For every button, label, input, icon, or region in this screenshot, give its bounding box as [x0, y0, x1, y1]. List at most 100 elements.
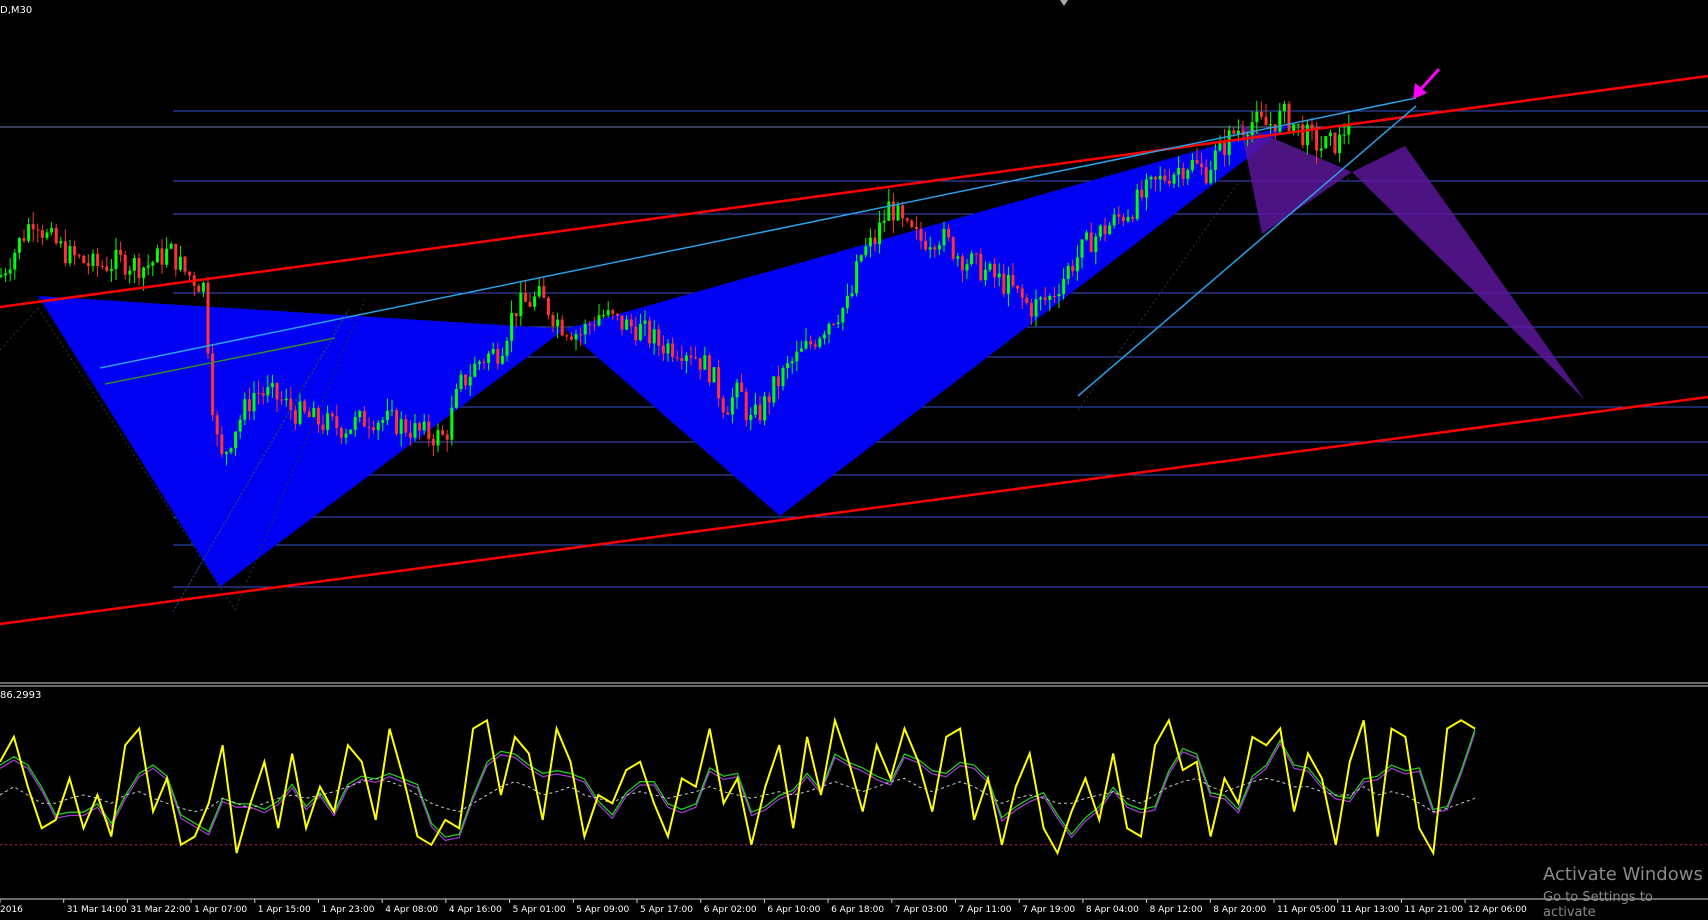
candle-bearish: [1287, 103, 1291, 131]
candle-bearish: [951, 237, 955, 259]
candle-bullish: [556, 319, 560, 327]
candle-bullish: [50, 228, 54, 233]
candle-bearish: [404, 419, 408, 433]
time-axis-label: 5 Apr 09:00: [576, 905, 629, 915]
candle-bullish: [827, 323, 831, 335]
candle-bullish: [326, 413, 330, 430]
candle-bearish: [873, 237, 877, 245]
candle-bearish: [551, 315, 555, 327]
candle-bullish: [298, 401, 302, 424]
candle-bearish: [560, 319, 564, 336]
candle-bearish: [1117, 214, 1121, 217]
candle-bullish: [59, 241, 63, 244]
candle-bullish: [349, 429, 353, 434]
candle-bearish: [445, 434, 449, 440]
candle-bullish: [887, 201, 891, 221]
candle-bearish: [1121, 216, 1125, 222]
candle-bearish: [197, 285, 201, 292]
candle-bearish: [657, 329, 661, 346]
candle-bullish: [1305, 124, 1309, 146]
time-axis-label: 12 Apr 06:00: [1468, 905, 1527, 915]
candle-bearish: [1071, 266, 1075, 272]
candle-bearish: [661, 345, 665, 354]
candle-bullish: [1282, 103, 1286, 112]
candle-bullish: [1075, 257, 1079, 272]
candle-bearish: [542, 286, 546, 298]
candle-bearish: [1273, 124, 1277, 132]
candle-bearish: [740, 382, 744, 392]
candle-bullish: [1085, 232, 1089, 240]
candle-bearish: [293, 410, 297, 424]
candle-bearish: [588, 324, 592, 326]
candle-bullish: [45, 232, 49, 238]
candle-bearish: [427, 421, 431, 439]
candle-bearish: [96, 253, 100, 266]
candle-bearish: [919, 228, 923, 241]
symbol-label: D,M30: [0, 5, 32, 16]
candle-bearish: [707, 355, 711, 383]
candle-bullish: [1227, 130, 1231, 156]
candle-bullish: [937, 245, 941, 250]
candle-bearish: [335, 416, 339, 429]
candle-bearish: [1195, 160, 1199, 164]
time-axis-label: 1 Apr 23:00: [322, 905, 375, 915]
candle-bearish: [611, 310, 615, 314]
candle-bullish: [27, 224, 31, 241]
candle-bullish: [956, 256, 960, 259]
candle-bearish: [261, 393, 265, 396]
time-axis-label: 1 Apr 15:00: [258, 905, 311, 915]
candle-bullish: [114, 249, 118, 269]
candle-bearish: [441, 430, 445, 435]
candle-bullish: [1328, 132, 1332, 137]
candle-bullish: [1255, 111, 1259, 123]
candle-bearish: [372, 427, 376, 431]
candle-bullish: [606, 310, 610, 316]
candle-bullish: [983, 269, 987, 281]
candle-bullish: [500, 355, 504, 364]
candle-bullish: [1347, 124, 1351, 135]
candle-bearish: [1301, 124, 1305, 146]
candle-bullish: [151, 262, 155, 266]
candle-bullish: [643, 320, 647, 324]
candle-bearish: [832, 323, 836, 325]
candle-bearish: [1025, 297, 1029, 303]
candle-bearish: [1181, 167, 1185, 179]
candle-bullish: [583, 324, 587, 335]
candle-bearish: [40, 230, 44, 238]
candle-bearish: [1011, 275, 1015, 286]
candle-bullish: [712, 367, 716, 383]
candle-bearish: [247, 399, 251, 412]
candle-bearish: [744, 391, 748, 421]
time-axis-label: 11 Apr 05:00: [1277, 905, 1336, 915]
candle-bullish: [795, 351, 799, 362]
time-axis-label: 4 Apr 16:00: [449, 905, 502, 915]
candle-bullish: [878, 222, 882, 245]
candle-bullish: [850, 293, 854, 296]
candle-bearish: [100, 265, 104, 267]
candle-bullish: [238, 419, 242, 432]
time-axis-label: 5 Apr 01:00: [513, 905, 566, 915]
candle-bearish: [1140, 189, 1144, 198]
candle-bearish: [689, 355, 693, 358]
candle-bullish: [845, 295, 849, 309]
candle-bullish: [1190, 160, 1194, 171]
candle-bullish: [201, 282, 205, 292]
candle-bearish: [137, 258, 141, 278]
candle-bullish: [165, 248, 169, 265]
candle-bullish: [1213, 150, 1217, 171]
candle-bullish: [468, 376, 472, 386]
candle-bullish: [4, 273, 8, 276]
candle-bullish: [1112, 214, 1116, 226]
candle-bullish: [1342, 134, 1346, 136]
candle-bearish: [615, 313, 619, 316]
candle-bullish: [772, 376, 776, 403]
candle-bearish: [303, 401, 307, 412]
oscillator-value-label: 86.2993: [0, 690, 41, 701]
trading-chart[interactable]: D,M30 86.2993 2016 31 Mar 14:00 31 Mar 22:…: [0, 0, 1708, 916]
candle-bullish: [284, 398, 288, 401]
candle-bullish: [1144, 179, 1148, 198]
candle-bullish: [822, 334, 826, 339]
candle-bearish: [809, 341, 813, 345]
candle-bullish: [730, 397, 734, 415]
candle-bearish: [1200, 163, 1204, 168]
